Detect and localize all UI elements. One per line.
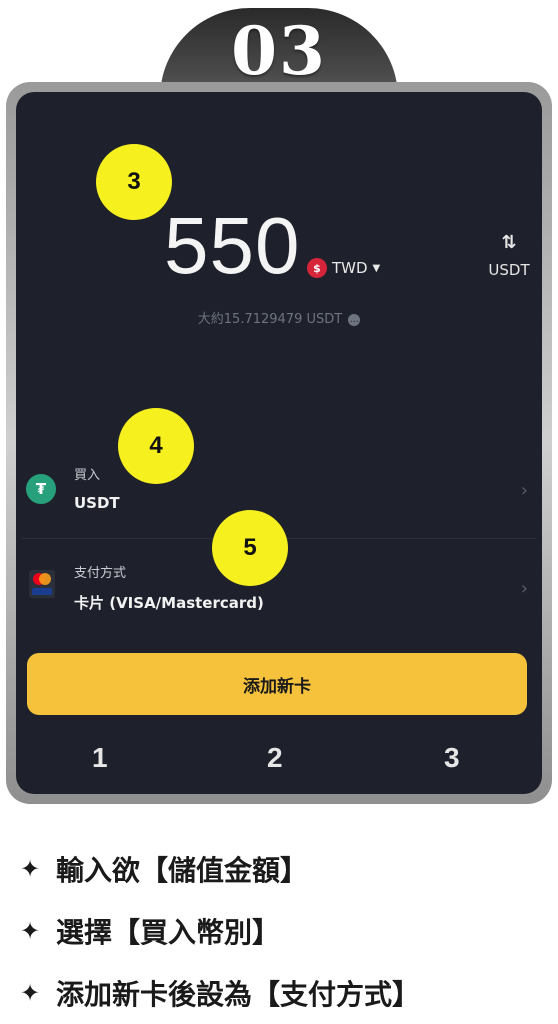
payment-method-label: 支付方式 [74,566,127,581]
callout-5: 5 [212,510,288,586]
swap-currency-label: USDT [488,261,530,279]
approx-text: 大約15.7129479 USDT [197,312,343,327]
chevron-right-icon: › [520,578,528,599]
instruction-item: ✦ 輸入欲【儲值金額】 [20,838,550,900]
info-icon[interactable]: … [348,313,361,326]
card-icon [29,570,55,598]
phone-screen: 3 550 $ TWD ▼ ⇅ USDT 大約15.7129479 USDT… … [16,92,542,794]
sparkle-icon: ✦ [20,855,41,883]
instruction-item: ✦ 添加新卡後設為【支付方式】 [20,962,550,1024]
instruction-list: ✦ 輸入欲【儲值金額】 ✦ 選擇【買入幣別】 ✦ 添加新卡後設為【支付方式】 [20,838,550,1024]
currency-code: TWD [332,259,368,277]
progress-step-1: 1 [92,742,108,773]
approx-conversion: 大約15.7129479 USDT … [16,308,542,327]
sparkle-icon: ✦ [20,979,41,1007]
instruction-text: 添加新卡後設為【支付方式】 [56,978,421,1011]
instruction-text: 選擇【買入幣別】 [56,916,281,949]
progress-step-3: 3 [444,742,460,773]
currency-selector[interactable]: $ TWD ▼ [307,258,380,278]
buy-label: 買入 [74,468,101,483]
twd-currency-icon: $ [307,258,327,278]
swap-currency-button[interactable]: ⇅ USDT [484,232,534,279]
amount-value[interactable]: 550 [164,200,300,292]
chevron-down-icon: ▼ [372,262,381,274]
swap-arrows-icon: ⇅ [501,232,517,253]
instruction-item: ✦ 選擇【買入幣別】 [20,900,550,962]
tether-icon: ₮ [26,474,56,504]
sparkle-icon: ✦ [20,917,41,945]
payment-method-value: 卡片 (VISA/Mastercard) [74,594,264,612]
callout-3: 3 [96,144,172,220]
chevron-right-icon: › [520,480,528,501]
step-number: 03 [231,12,327,90]
instruction-text: 輸入欲【儲值金額】 [56,854,309,887]
progress-step-2: 2 [267,742,283,773]
add-new-card-button[interactable]: 添加新卡 [27,653,527,715]
buy-asset-value: USDT [74,494,120,512]
